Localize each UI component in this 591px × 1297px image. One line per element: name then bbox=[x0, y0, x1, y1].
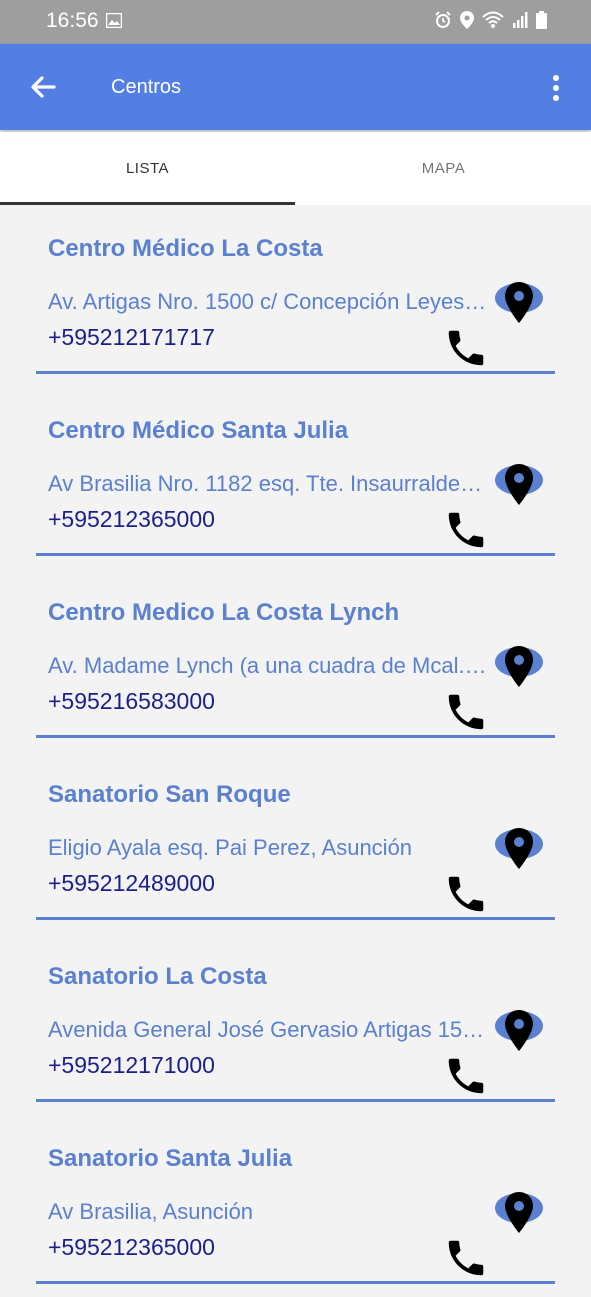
center-list-item[interactable]: Sanatorio San Roque Eligio Ayala esq. Pa… bbox=[0, 751, 591, 933]
tab-mapa-label: MAPA bbox=[421, 160, 466, 177]
tab-bar: LISTA MAPA bbox=[0, 132, 591, 205]
location-status-icon bbox=[460, 11, 474, 29]
map-pin-icon[interactable] bbox=[494, 1007, 544, 1057]
item-divider bbox=[36, 735, 555, 738]
more-options-icon[interactable] bbox=[548, 74, 564, 104]
center-name: Sanatorio La Costa bbox=[48, 963, 267, 990]
center-address: Av Brasilia, Asunción bbox=[48, 1199, 254, 1224]
signal-icon bbox=[513, 12, 528, 28]
center-list-item[interactable]: Sanatorio Santa Julia Av Brasilia, Asunc… bbox=[0, 1115, 591, 1297]
centers-list: Centro Médico La Costa Av. Artigas Nro. … bbox=[0, 205, 591, 1297]
phone-call-icon[interactable] bbox=[443, 507, 489, 553]
center-name: Sanatorio San Roque bbox=[48, 781, 291, 808]
phone-call-icon[interactable] bbox=[443, 871, 489, 917]
center-phone[interactable]: +595212365000 bbox=[48, 1234, 215, 1261]
center-address: Eligio Ayala esq. Pai Perez, Asunción bbox=[48, 835, 413, 860]
center-address: Av. Artigas Nro. 1500 c/ Concepción Leye… bbox=[48, 289, 488, 314]
center-phone[interactable]: +595212489000 bbox=[48, 870, 215, 897]
center-list-item[interactable]: Centro Médico La Costa Av. Artigas Nro. … bbox=[0, 205, 591, 387]
center-address: Av. Madame Lynch (a una cuadra de Mcal. … bbox=[48, 653, 488, 678]
center-phone[interactable]: +595212171000 bbox=[48, 1052, 215, 1079]
center-name: Sanatorio Santa Julia bbox=[48, 1145, 293, 1172]
center-address: Avenida General José Gervasio Artigas 15… bbox=[48, 1017, 488, 1042]
center-name: Centro Medico La Costa Lynch bbox=[48, 599, 400, 626]
item-divider bbox=[36, 917, 555, 920]
tab-lista[interactable]: LISTA bbox=[0, 132, 295, 205]
center-list-item[interactable]: Sanatorio La Costa Avenida General José … bbox=[0, 933, 591, 1115]
item-divider bbox=[36, 553, 555, 556]
battery-icon bbox=[536, 11, 547, 29]
center-address: Av Brasilia Nro. 1182 esq. Tte. Insaurra… bbox=[48, 471, 488, 496]
tab-lista-label: LISTA bbox=[125, 160, 170, 177]
center-name: Centro Médico Santa Julia bbox=[48, 417, 349, 444]
item-divider bbox=[36, 1281, 555, 1284]
center-phone[interactable]: +595216583000 bbox=[48, 688, 215, 715]
phone-call-icon[interactable] bbox=[443, 325, 489, 371]
map-pin-icon[interactable] bbox=[494, 279, 544, 329]
wifi-icon bbox=[482, 11, 504, 28]
page-title: Centros bbox=[111, 76, 182, 98]
status-icons bbox=[434, 11, 547, 29]
map-pin-icon[interactable] bbox=[494, 461, 544, 511]
alarm-icon bbox=[435, 11, 451, 28]
map-pin-icon[interactable] bbox=[494, 1189, 544, 1239]
phone-call-icon[interactable] bbox=[443, 1053, 489, 1099]
center-list-item[interactable]: Centro Medico La Costa Lynch Av. Madame … bbox=[0, 569, 591, 751]
back-arrow-icon[interactable] bbox=[28, 72, 58, 102]
phone-call-icon[interactable] bbox=[443, 1235, 489, 1281]
center-phone[interactable]: +595212365000 bbox=[48, 506, 215, 533]
center-phone[interactable]: +595212171717 bbox=[48, 324, 215, 351]
map-pin-icon[interactable] bbox=[494, 825, 544, 875]
phone-call-icon[interactable] bbox=[443, 689, 489, 735]
image-notification-icon bbox=[106, 13, 122, 28]
map-pin-icon[interactable] bbox=[494, 643, 544, 693]
tab-mapa[interactable]: MAPA bbox=[296, 132, 591, 205]
status-bar: 16:56 bbox=[0, 0, 591, 44]
app-bar: Centros bbox=[0, 44, 591, 130]
center-name: Centro Médico La Costa bbox=[48, 235, 323, 262]
center-list-item[interactable]: Centro Médico Santa Julia Av Brasilia Nr… bbox=[0, 387, 591, 569]
status-time: 16:56 bbox=[46, 9, 99, 32]
item-divider bbox=[36, 1099, 555, 1102]
item-divider bbox=[36, 371, 555, 374]
